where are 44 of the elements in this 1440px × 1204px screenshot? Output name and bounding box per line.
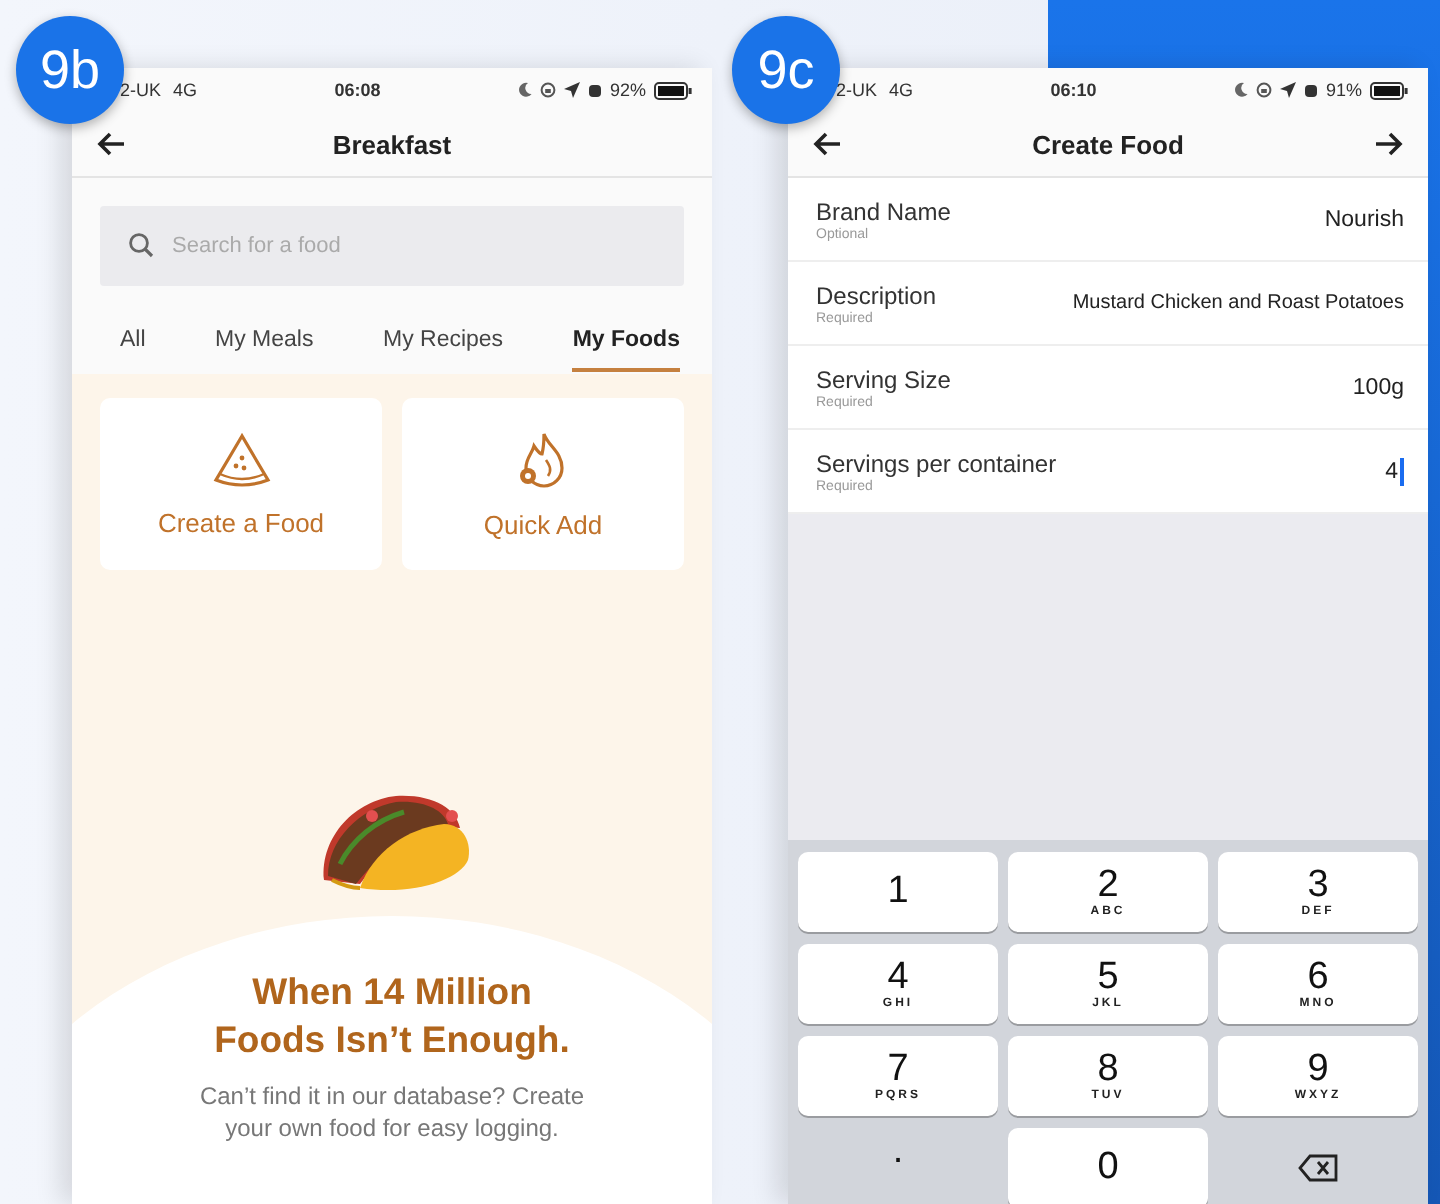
network-label: 4G [173, 80, 198, 100]
field-value[interactable]: 100g [966, 375, 1404, 399]
step-badge: 9c [732, 16, 840, 124]
field-value[interactable]: 4 [1072, 457, 1404, 485]
tab[interactable]: My Meals [215, 286, 314, 372]
back-arrow-icon[interactable] [812, 128, 844, 160]
promo-text: Can’t find it in our database? Create your own food for easy logging. [197, 1080, 587, 1144]
moon-icon [1233, 82, 1248, 98]
status-time: 06:10 [1048, 80, 1099, 100]
promo-heading: When 14 Million Foods Isn’t Enough. [212, 968, 572, 1064]
keypad-key[interactable]: . [798, 1128, 998, 1204]
carrier-label: 2-UK [836, 80, 878, 100]
field-value[interactable]: Nourish [966, 207, 1404, 231]
location-icon [1279, 82, 1296, 98]
keypad-key[interactable]: 0 [1008, 1128, 1208, 1204]
field-label: Serving Size [816, 365, 951, 393]
search-field[interactable]: Search for a food [100, 206, 684, 286]
step-badge: 9b [16, 16, 124, 124]
field-label: Servings per container [816, 449, 1057, 477]
battery-icon [654, 81, 692, 99]
lock-rotation-icon [1255, 82, 1272, 98]
forward-arrow-icon[interactable] [1372, 128, 1404, 160]
field-value[interactable]: Mustard Chicken and Roast Potatoes [952, 292, 1404, 314]
location-icon [563, 82, 580, 98]
carrier-label: 2-UK [120, 80, 162, 100]
field-label: Description [816, 281, 937, 309]
watermelon-slice-icon [209, 431, 273, 487]
screen-title: Breakfast [330, 129, 454, 159]
network-label: 4G [889, 80, 914, 100]
tab[interactable]: My Recipes [382, 286, 504, 372]
backspace-icon [1298, 1154, 1338, 1182]
moon-icon [517, 82, 532, 98]
keypad-key[interactable]: 1 [798, 852, 998, 932]
tab[interactable]: All [120, 286, 146, 372]
battery-percent: 91% [1325, 80, 1362, 100]
field-label: Brand Name [816, 197, 951, 225]
battery-percent: 92% [609, 80, 646, 100]
back-arrow-icon[interactable] [96, 128, 128, 160]
lock-rotation-icon [539, 82, 556, 98]
battery-icon [1370, 81, 1408, 99]
screen-title: Create Food [1030, 129, 1186, 159]
action-card[interactable]: Quick Add [402, 398, 684, 570]
status-time: 06:08 [332, 80, 383, 100]
action-card[interactable]: Create a Food [100, 398, 382, 570]
